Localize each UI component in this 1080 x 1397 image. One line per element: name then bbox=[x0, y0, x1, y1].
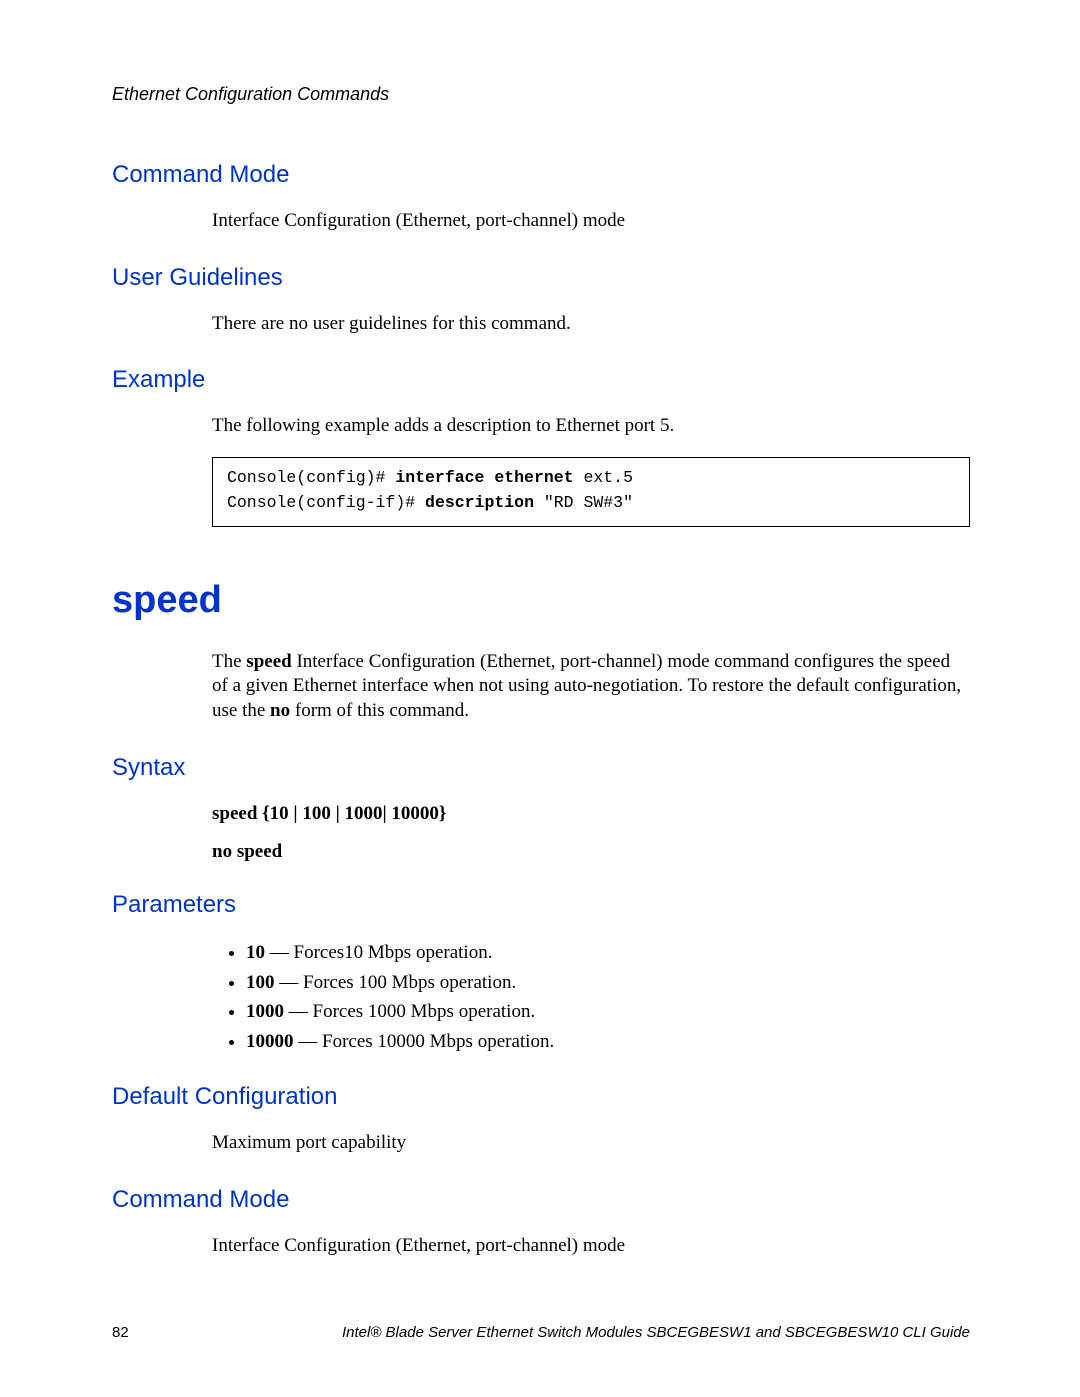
param-key: 10000 bbox=[246, 1031, 294, 1052]
example-intro: The following example adds a description… bbox=[212, 414, 970, 439]
example-code-block: Console(config)# interface ethernet ext.… bbox=[212, 457, 970, 527]
footer: 82 Intel® Blade Server Ethernet Switch M… bbox=[112, 1324, 970, 1341]
code-line-1: Console(config)# interface ethernet ext.… bbox=[227, 466, 955, 491]
heading-command-mode-1: Command Mode bbox=[112, 161, 970, 189]
syntax-block: speed {10 | 100 | 1000| 10000} no speed bbox=[212, 802, 970, 865]
heading-speed: speed bbox=[112, 579, 970, 622]
page: Ethernet Configuration Commands Command … bbox=[0, 0, 1080, 1397]
command-mode-1-text: Interface Configuration (Ethernet, port-… bbox=[212, 209, 970, 234]
user-guidelines-text: There are no user guidelines for this co… bbox=[212, 312, 970, 337]
code-command: interface ethernet bbox=[395, 468, 573, 487]
param-key: 1000 bbox=[246, 1001, 284, 1022]
param-desc: — Forces 10000 Mbps operation. bbox=[294, 1031, 555, 1052]
running-head: Ethernet Configuration Commands bbox=[112, 84, 970, 105]
list-item: 100 — Forces 100 Mbps operation. bbox=[246, 969, 970, 997]
heading-default-config: Default Configuration bbox=[112, 1083, 970, 1111]
code-arg: "RD SW#3" bbox=[534, 493, 633, 512]
code-prompt: Console(config-if)# bbox=[227, 493, 425, 512]
bold-text: no bbox=[270, 700, 290, 721]
speed-description: The speed Interface Configuration (Ether… bbox=[212, 650, 970, 724]
syntax-line-2: no speed bbox=[212, 840, 970, 865]
heading-command-mode-2: Command Mode bbox=[112, 1186, 970, 1214]
command-mode-2-text: Interface Configuration (Ethernet, port-… bbox=[212, 1234, 970, 1259]
code-arg: ext.5 bbox=[574, 468, 633, 487]
code-prompt: Console(config)# bbox=[227, 468, 395, 487]
footer-title: Intel® Blade Server Ethernet Switch Modu… bbox=[342, 1324, 970, 1341]
param-key: 10 bbox=[246, 942, 265, 963]
parameters-list: 10 — Forces10 Mbps operation. 100 — Forc… bbox=[212, 939, 970, 1055]
code-line-2: Console(config-if)# description "RD SW#3… bbox=[227, 491, 955, 516]
list-item: 1000 — Forces 1000 Mbps operation. bbox=[246, 998, 970, 1026]
heading-user-guidelines: User Guidelines bbox=[112, 264, 970, 292]
list-item: 10000 — Forces 10000 Mbps operation. bbox=[246, 1028, 970, 1056]
param-desc: — Forces10 Mbps operation. bbox=[265, 942, 492, 963]
heading-example: Example bbox=[112, 366, 970, 394]
code-command: description bbox=[425, 493, 534, 512]
text: form of this command. bbox=[290, 700, 469, 721]
param-key: 100 bbox=[246, 972, 275, 993]
syntax-line-1: speed {10 | 100 | 1000| 10000} bbox=[212, 802, 970, 827]
param-desc: — Forces 1000 Mbps operation. bbox=[284, 1001, 535, 1022]
heading-parameters: Parameters bbox=[112, 891, 970, 919]
default-config-text: Maximum port capability bbox=[212, 1131, 970, 1156]
list-item: 10 — Forces10 Mbps operation. bbox=[246, 939, 970, 967]
heading-syntax: Syntax bbox=[112, 754, 970, 782]
param-desc: — Forces 100 Mbps operation. bbox=[275, 972, 517, 993]
bold-text: speed bbox=[246, 651, 291, 672]
text: The bbox=[212, 651, 246, 672]
page-number: 82 bbox=[112, 1324, 129, 1341]
